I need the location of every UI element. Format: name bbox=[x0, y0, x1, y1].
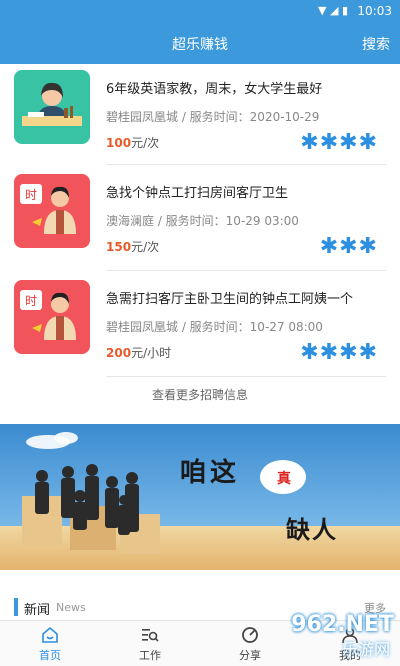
job-price: 100元/次 bbox=[106, 134, 159, 151]
recruitment-banner[interactable]: 咱这 真 缺人 bbox=[0, 424, 400, 570]
banner-text-secondary: 缺人 bbox=[286, 515, 338, 544]
home-icon bbox=[42, 626, 58, 643]
job-price: 200元/小时 bbox=[106, 344, 171, 361]
news-subtitle: News bbox=[56, 601, 86, 614]
housekeeper-illustration-icon: 时 bbox=[20, 184, 76, 234]
job-thumbnail: 时 bbox=[14, 174, 90, 248]
job-title: 急找个钟点工打扫房间客厅卫生 bbox=[106, 186, 289, 201]
search-list-icon bbox=[142, 629, 159, 642]
job-thumbnail: 时 bbox=[14, 280, 90, 354]
price-unit: 元/小时 bbox=[131, 346, 172, 360]
thumb-label: 时 bbox=[25, 294, 37, 308]
watermark-logo: 962.NET bbox=[291, 612, 394, 637]
divider bbox=[106, 270, 386, 271]
status-icons: ▼ ◢ ▮ bbox=[318, 4, 348, 17]
nav-label: 分享 bbox=[239, 649, 261, 662]
job-item[interactable]: 时 急需打扫客厅主卧卫生间的钟点工阿姨一个 碧桂园凤凰城 / 服务时间：10-2… bbox=[0, 276, 400, 382]
price-value: 150 bbox=[106, 240, 132, 254]
nav-home[interactable]: 首页 bbox=[10, 625, 90, 663]
tutor-illustration-icon bbox=[22, 82, 82, 126]
watermark-subtitle: 乐游网 bbox=[341, 640, 390, 659]
job-title: 6年级英语家教，周末，女大学生最好 bbox=[106, 82, 323, 97]
share-icon bbox=[242, 627, 258, 643]
job-item[interactable]: 时 急找个钟点工打扫房间客厅卫生 澳海澜庭 / 服务时间：10-29 03:00… bbox=[0, 170, 400, 276]
status-bar: ▼ ◢ ▮ 10:03 bbox=[0, 0, 400, 22]
nav-share[interactable]: 分享 bbox=[210, 625, 290, 663]
job-meta: 碧桂园凤凰城 / 服务时间：10-27 08:00 bbox=[106, 320, 323, 334]
divider bbox=[106, 376, 386, 377]
more-jobs-link[interactable]: 查看更多招聘信息 bbox=[0, 386, 400, 403]
job-item[interactable]: 6年级英语家教，周末，女大学生最好 碧桂园凤凰城 / 服务时间：2020-10-… bbox=[0, 64, 400, 170]
price-unit: 元/次 bbox=[131, 136, 160, 150]
job-meta: 碧桂园凤凰城 / 服务时间：2020-10-29 bbox=[106, 110, 320, 124]
nav-work[interactable]: 工作 bbox=[110, 625, 190, 663]
price-value: 100 bbox=[106, 136, 132, 150]
rating-stars: ✱✱✱ bbox=[319, 234, 378, 259]
nav-label: 工作 bbox=[139, 649, 161, 662]
rating-stars: ✱✱✱✱ bbox=[300, 130, 378, 155]
price-value: 200 bbox=[106, 346, 132, 360]
job-title: 急需打扫客厅主卧卫生间的钟点工阿姨一个 bbox=[106, 292, 354, 307]
price-unit: 元/次 bbox=[131, 240, 160, 254]
housekeeper-illustration-icon: 时 bbox=[20, 290, 76, 340]
status-time: 10:03 bbox=[357, 4, 392, 18]
section-accent-bar bbox=[14, 598, 18, 616]
rating-stars: ✱✱✱✱ bbox=[300, 340, 378, 365]
app-bar: 超乐赚钱 搜索 bbox=[0, 22, 400, 64]
divider bbox=[106, 164, 386, 165]
nav-label: 首页 bbox=[39, 649, 61, 662]
job-thumbnail bbox=[14, 70, 90, 144]
banner-illustration bbox=[22, 432, 160, 554]
thumb-label: 时 bbox=[25, 188, 37, 202]
search-button[interactable]: 搜索 bbox=[362, 34, 390, 54]
banner-bubble-text: 真 bbox=[277, 471, 291, 487]
page-title: 超乐赚钱 bbox=[172, 37, 228, 53]
job-price: 150元/次 bbox=[106, 238, 159, 255]
news-title: 新闻 bbox=[24, 603, 51, 618]
job-meta: 澳海澜庭 / 服务时间：10-29 03:00 bbox=[106, 214, 299, 228]
banner-text-primary: 咱这 bbox=[180, 458, 241, 488]
